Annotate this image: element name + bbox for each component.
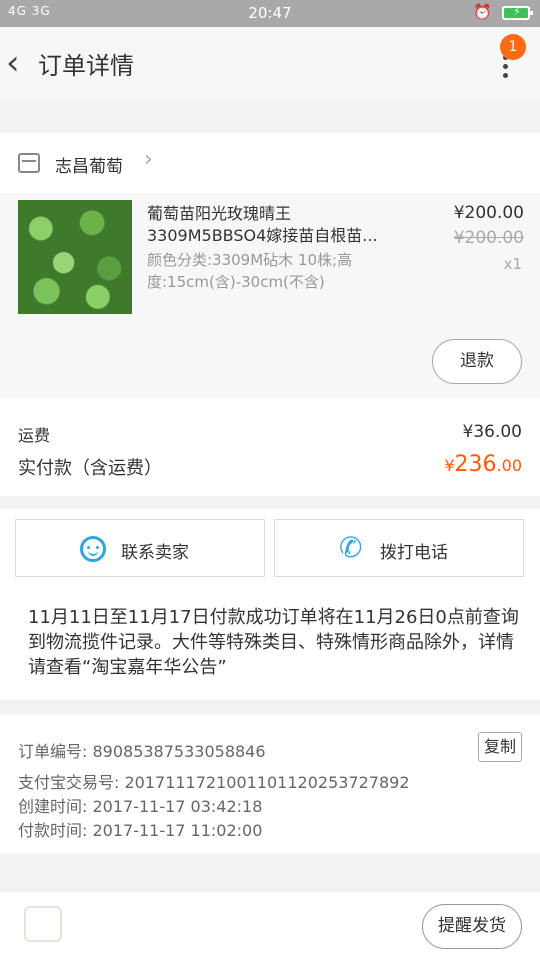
copy-button[interactable]: 复制 (478, 732, 522, 762)
fee-summary: 运费 ¥36.00 实付款（含运费） ¥236.00 (0, 398, 540, 496)
status-time: 20:47 (248, 4, 292, 22)
contact-section: 联系卖家 ✆ 拨打电话 11月11日至11月17日付款成功订单将在11月26日0… (0, 509, 540, 700)
paid-amount: ¥236.00 (444, 452, 522, 477)
product-quantity: x1 (503, 255, 522, 273)
shop-row[interactable]: 志昌葡萄 › (0, 133, 540, 193)
product-item[interactable]: 葡萄苗阳光玫瑰晴王3309M5BBSO4嫁接苗自根苗... 颜色分类:3309M… (0, 193, 540, 398)
status-bar: 4G 3G 20:47 ⏰ ⚡ (0, 0, 540, 27)
alipay-number: 支付宝交易号: 2017111721001101120253727892 (18, 773, 410, 792)
product-name[interactable]: 葡萄苗阳光玫瑰晴王3309M5BBSO4嫁接苗自根苗... (147, 203, 407, 247)
product-spec: 颜色分类:3309M砧木 10株;高度:15cm(含)-30cm(不含) (147, 251, 353, 291)
call-button[interactable]: ✆ 拨打电话 (274, 519, 524, 577)
shipping-value: ¥36.00 (462, 422, 522, 442)
store-icon (18, 153, 40, 173)
call-label: 拨打电话 (380, 543, 448, 563)
order-number: 订单编号: 89085387533058846 (18, 742, 266, 761)
product-price: ¥200.00 (453, 203, 524, 223)
refund-button[interactable]: 退款 (432, 339, 522, 384)
chevron-right-icon: › (144, 147, 153, 172)
paid-label: 实付款（含运费） (18, 458, 162, 479)
shipping-label: 运费 (18, 426, 51, 445)
product-original-price: ¥200.00 (453, 228, 524, 248)
order-info: 订单编号: 89085387533058846 复制 支付宝交易号: 20171… (0, 714, 540, 854)
remind-shipping-button[interactable]: 提醒发货 (422, 904, 522, 949)
logistics-notice: 11月11日至11月17日付款成功订单将在11月26日0点前查询到物流揽件记录。… (28, 607, 519, 678)
app-logo-icon (24, 906, 62, 942)
contact-seller-label: 联系卖家 (121, 543, 189, 563)
bottom-action-bar: 提醒发货 (0, 891, 540, 960)
page-header: ‹ 订单详情 1 (0, 27, 540, 100)
section-gap (0, 100, 540, 133)
alarm-icon: ⏰ (473, 3, 492, 21)
back-arrow-icon[interactable]: ‹ (6, 43, 36, 83)
shop-name: 志昌葡萄 (55, 157, 123, 177)
page-title: 订单详情 (38, 52, 134, 80)
contact-seller-button[interactable]: 联系卖家 (15, 519, 265, 577)
notification-badge: 1 (500, 34, 526, 60)
phone-icon: ✆ (339, 531, 363, 564)
product-thumbnail[interactable] (18, 200, 132, 314)
paid-time: 付款时间: 2017-11-17 11:02:00 (18, 821, 263, 840)
created-time: 创建时间: 2017-11-17 03:42:18 (18, 797, 263, 816)
recommendation-header-peek (0, 867, 540, 891)
smile-chat-icon (80, 536, 106, 562)
battery-icon: ⚡ (502, 5, 533, 20)
